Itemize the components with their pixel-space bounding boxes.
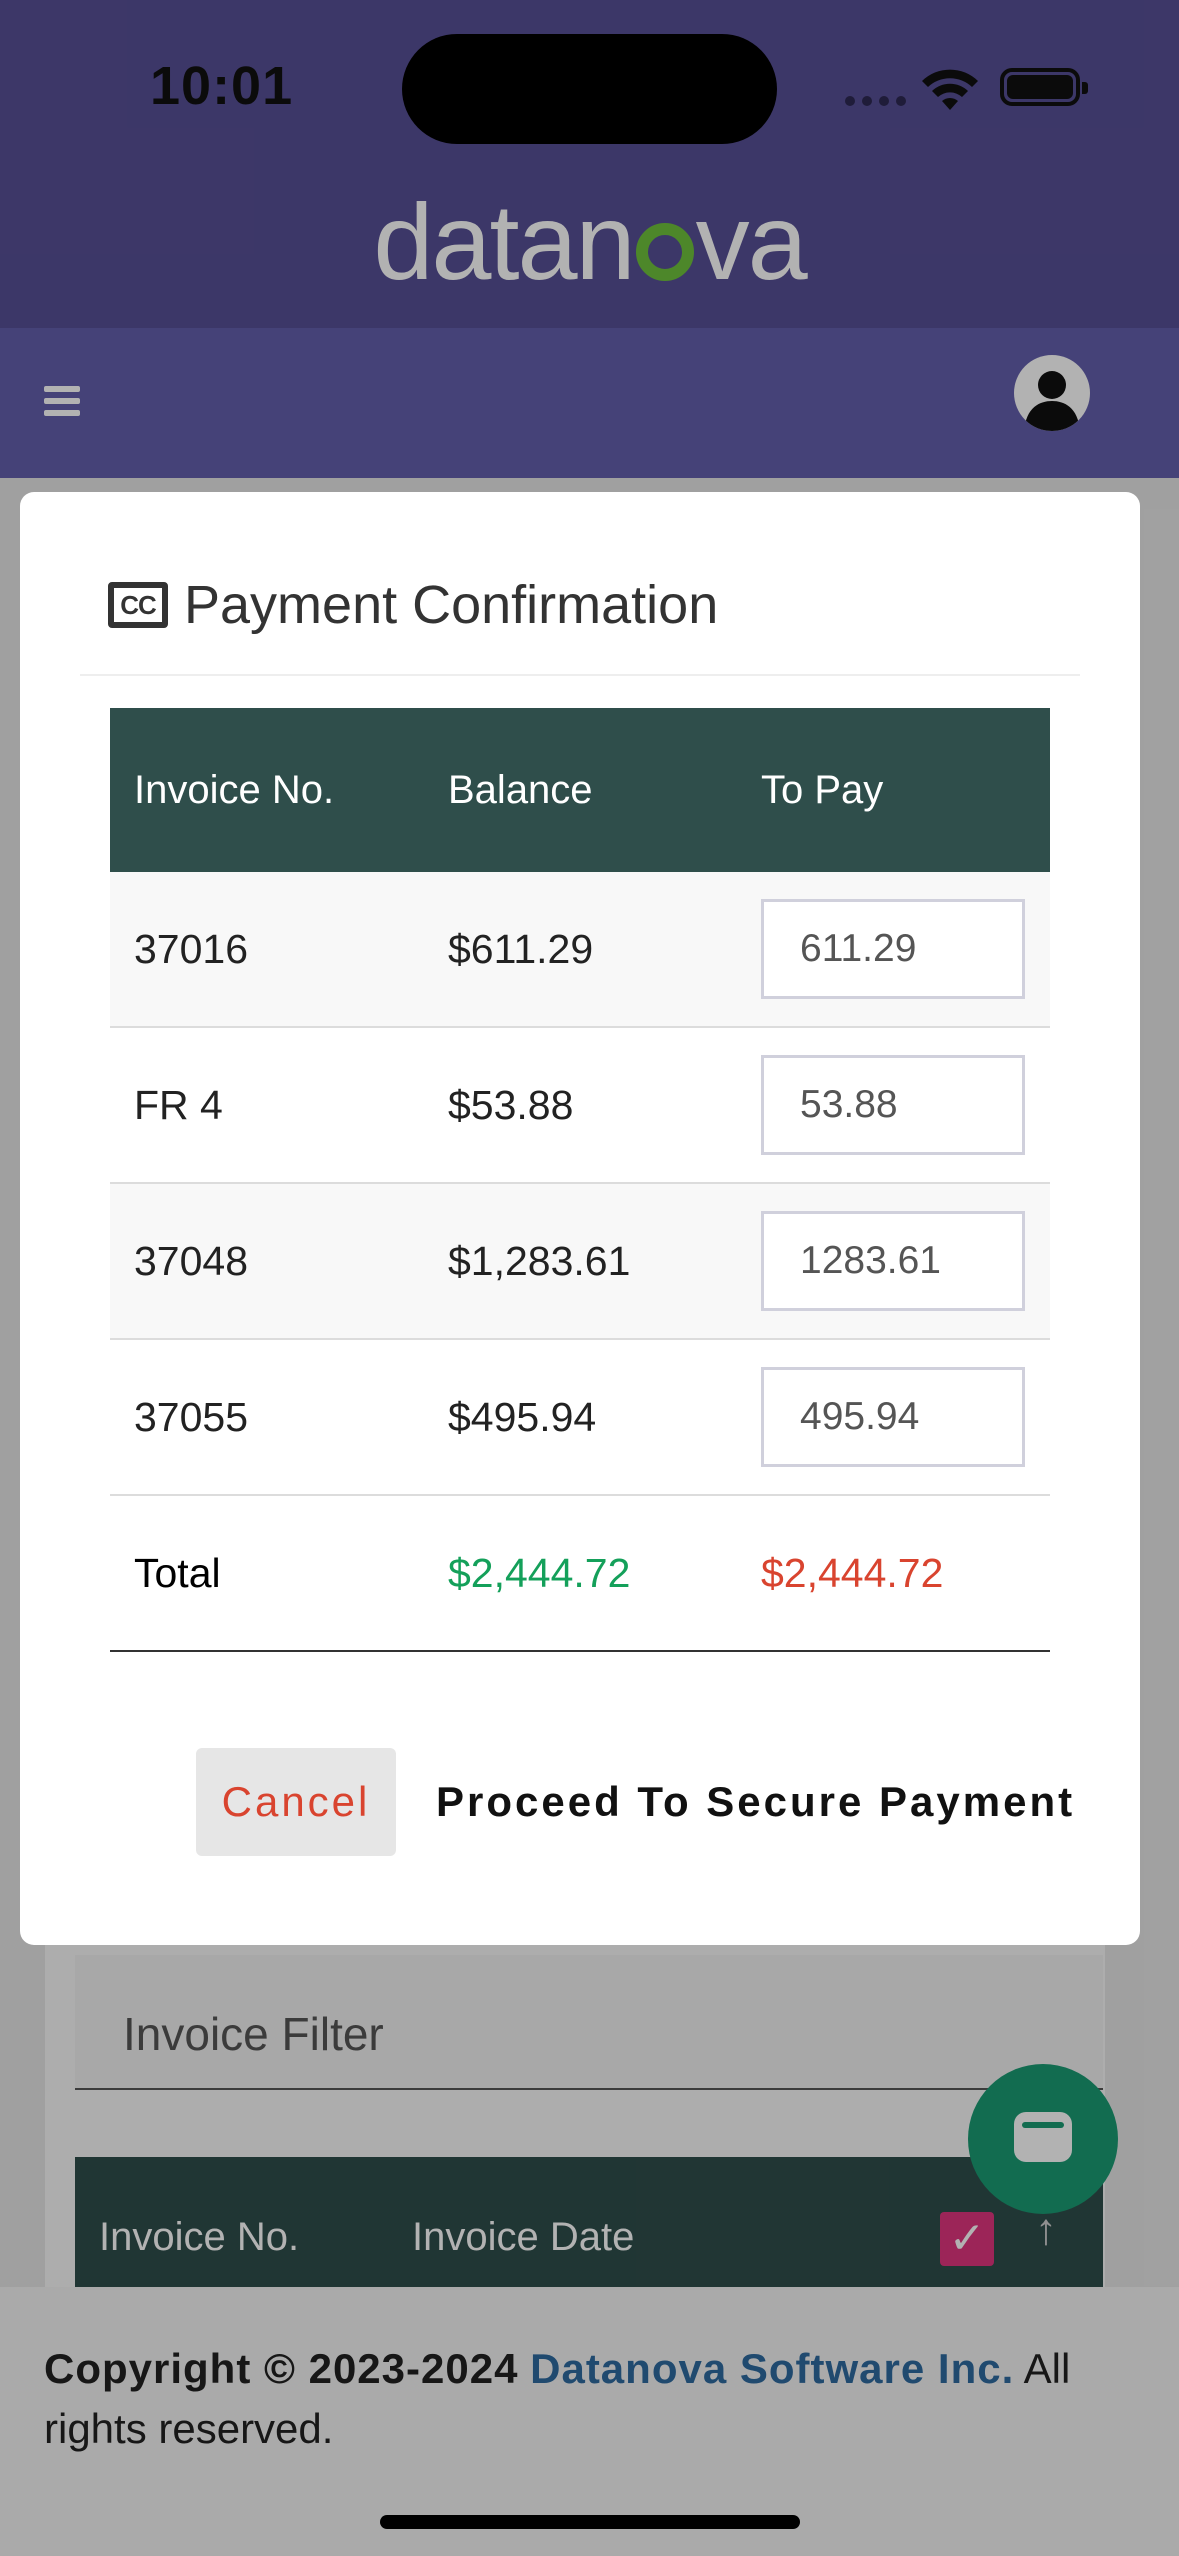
total-balance: $2,444.72 [448, 1549, 631, 1596]
cancel-button[interactable]: Cancel [196, 1748, 396, 1856]
modal-actions: Cancel Proceed To Secure Payment [196, 1748, 1075, 1856]
column-to-pay: To Pay [761, 767, 884, 812]
invoice-balance: $1,283.61 [448, 1237, 631, 1284]
invoice-number: FR 4 [134, 1081, 223, 1128]
invoice-balance: $611.29 [448, 925, 594, 972]
table-row: 37048 $1,283.61 1283.61 [110, 1184, 1050, 1340]
column-balance: Balance [448, 767, 593, 812]
table-row: 37055 $495.94 495.94 [110, 1340, 1050, 1496]
column-invoice-no: Invoice No. [134, 767, 335, 812]
table-row: FR 4 $53.88 53.88 [110, 1028, 1050, 1184]
modal-header: CC Payment Confirmation [108, 574, 718, 636]
payment-confirmation-modal: CC Payment Confirmation Invoice No. Bala… [20, 492, 1140, 1945]
proceed-to-payment-button[interactable]: Proceed To Secure Payment [436, 1778, 1075, 1826]
invoice-number: 37055 [134, 1393, 249, 1440]
table-row: 37016 $611.29 611.29 [110, 872, 1050, 1028]
total-row: Total $2,444.72 $2,444.72 [110, 1496, 1050, 1652]
modal-title: Payment Confirmation [184, 575, 719, 635]
to-pay-input[interactable]: 611.29 [761, 899, 1025, 999]
home-indicator [380, 2515, 800, 2529]
to-pay-input[interactable]: 1283.61 [761, 1211, 1025, 1311]
total-to-pay: $2,444.72 [761, 1549, 944, 1596]
to-pay-input[interactable]: 53.88 [761, 1055, 1025, 1155]
payment-table: Invoice No. Balance To Pay 37016 $611.29… [110, 708, 1050, 1652]
divider [80, 674, 1080, 676]
invoice-balance: $53.88 [448, 1081, 574, 1128]
invoice-number: 37048 [134, 1237, 249, 1284]
to-pay-input[interactable]: 495.94 [761, 1367, 1025, 1467]
total-label: Total [134, 1549, 221, 1596]
payment-table-header: Invoice No. Balance To Pay [110, 708, 1050, 872]
credit-card-icon: CC [108, 582, 168, 628]
invoice-balance: $495.94 [448, 1393, 597, 1440]
invoice-number: 37016 [134, 925, 249, 972]
